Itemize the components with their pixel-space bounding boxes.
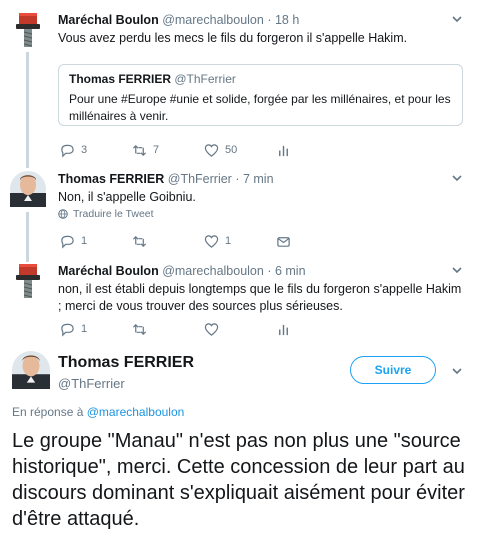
heart-icon [204, 234, 219, 248]
like-button[interactable]: 50 [204, 143, 276, 158]
retweet-button[interactable] [132, 234, 204, 249]
retweet-icon [132, 323, 147, 335]
like-count: 1 [225, 235, 232, 247]
analytics-icon [279, 145, 288, 156]
like-count: 50 [225, 144, 238, 156]
follow-button[interactable]: Suivre [350, 356, 436, 384]
heart-icon [204, 322, 219, 336]
author-name[interactable]: Maréchal Boulon [58, 13, 159, 27]
translate-label: Traduire le Tweet [73, 208, 154, 220]
author-name[interactable]: Thomas FERRIER [58, 172, 164, 186]
avatar[interactable] [12, 351, 50, 389]
author-handle[interactable]: @marechalboulon [162, 13, 264, 27]
timestamp[interactable]: · 6 min [267, 264, 305, 278]
avatar[interactable] [10, 261, 46, 301]
retweet-icon [132, 144, 147, 156]
tweet-header: Maréchal Boulon @marechalboulon · 18 h [58, 12, 464, 28]
tweet-header: Thomas FERRIER @ThFerrier · 7 min [58, 171, 464, 187]
bolt-avatar-icon [16, 264, 40, 298]
message-button[interactable] [276, 234, 348, 249]
like-button[interactable] [204, 322, 276, 337]
heart-icon [204, 143, 219, 157]
reply-mention-link[interactable]: @marechalboulon [87, 405, 185, 419]
like-button[interactable]: 1 [204, 234, 276, 249]
reply-count: 1 [81, 235, 88, 247]
author-handle[interactable]: @ThFerrier [58, 375, 194, 393]
quoted-author-name: Thomas FERRIER [69, 72, 172, 86]
reply-button[interactable]: 1 [60, 322, 132, 337]
chevron-down-icon[interactable] [450, 364, 464, 378]
author-name[interactable]: Maréchal Boulon [58, 264, 159, 278]
reply-icon [61, 144, 74, 158]
tweet[interactable]: Maréchal Boulon @marechalboulon · 6 min … [0, 255, 494, 345]
reply-icon [61, 235, 74, 249]
person-avatar-icon [10, 171, 46, 207]
author-handle[interactable]: @ThFerrier [168, 172, 232, 186]
retweet-button[interactable]: 7 [132, 143, 204, 158]
tweet-text: Vous avez perdu les mecs le fils du forg… [58, 31, 408, 45]
bolt-avatar-icon [16, 13, 40, 47]
timestamp[interactable]: · 18 h [267, 13, 299, 27]
envelope-icon [277, 236, 290, 247]
retweet-icon [132, 235, 147, 247]
chevron-down-icon[interactable] [450, 171, 464, 185]
quoted-author-handle: @ThFerrier [174, 72, 236, 86]
person-avatar-icon [12, 351, 50, 389]
tweet-text: non, il est établi depuis longtemps que … [58, 282, 462, 313]
tweet-actions: 1 [60, 320, 348, 338]
reply-button[interactable]: 3 [60, 143, 132, 158]
translate-link[interactable]: Traduire le Tweet [58, 208, 154, 220]
tweet[interactable]: Maréchal Boulon @marechalboulon · 18 h V… [0, 0, 494, 165]
reply-count: 1 [81, 323, 88, 335]
quoted-tweet-text: Pour une #Europe #unie et solide, forgée… [69, 92, 451, 123]
tweet-text: Non, il s'appelle Goibniu. [58, 190, 196, 204]
analytics-button[interactable] [276, 322, 348, 337]
retweet-button[interactable] [132, 322, 204, 337]
globe-icon [58, 209, 68, 219]
quoted-tweet[interactable]: Thomas FERRIER @ThFerrier Pour une #Euro… [58, 64, 463, 126]
tweet[interactable]: Thomas FERRIER @ThFerrier · 7 min Non, i… [0, 165, 494, 255]
reply-count: 3 [81, 144, 88, 156]
reply-context: En réponse à @marechalboulon [12, 405, 184, 419]
main-tweet-text: Le groupe "Manau" n'est pas non plus une… [12, 430, 465, 530]
reply-button[interactable]: 1 [60, 234, 132, 249]
avatar[interactable] [10, 10, 46, 50]
retweet-count: 7 [153, 144, 160, 156]
tweet-actions: 3 7 50 [60, 141, 348, 159]
reply-prefix: En réponse à [12, 405, 84, 419]
reply-icon [61, 323, 74, 337]
tweet-header: Maréchal Boulon @marechalboulon · 6 min [58, 263, 464, 279]
analytics-button[interactable] [276, 143, 348, 158]
timestamp[interactable]: · 7 min [235, 172, 273, 186]
chevron-down-icon[interactable] [450, 263, 464, 277]
analytics-icon [279, 324, 288, 335]
tweet-actions: 1 1 [60, 232, 348, 250]
author-handle[interactable]: @marechalboulon [162, 264, 264, 278]
avatar[interactable] [10, 171, 46, 207]
author-name[interactable]: Thomas FERRIER [58, 354, 194, 372]
chevron-down-icon[interactable] [450, 12, 464, 26]
